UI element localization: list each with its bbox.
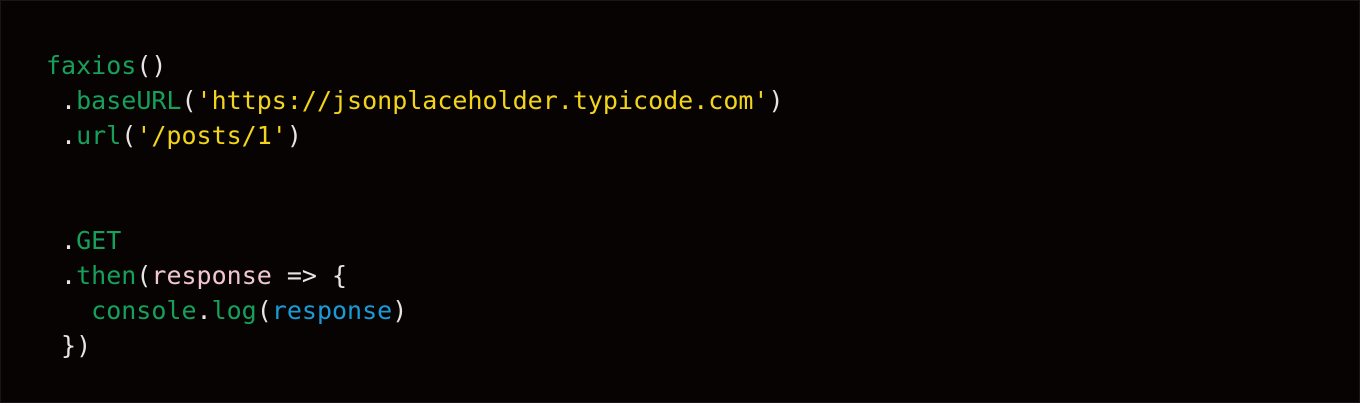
code-token-punctuation: . — [46, 86, 77, 115]
code-token-variable: response — [271, 296, 393, 325]
code-token-punctuation: ( — [256, 296, 272, 325]
code-line: .GET — [46, 223, 784, 258]
code-line: console.log(response) — [46, 293, 784, 328]
code-token-punctuation: => { — [271, 261, 348, 290]
code-snippet-panel: faxios() .baseURL('https://jsonplacehold… — [0, 0, 1360, 403]
code-token-string: 'https://jsonplaceholder.typicode.com' — [196, 86, 769, 115]
code-token-punctuation: . — [46, 226, 77, 255]
code-token-function: url — [76, 121, 122, 150]
code-line: faxios() — [46, 48, 784, 83]
code-line: .then(response => { — [46, 258, 784, 293]
code-line: }) — [46, 328, 784, 363]
code-token-punctuation: () — [136, 51, 167, 80]
code-token-punctuation: . — [46, 261, 77, 290]
code-token-function: console — [91, 296, 197, 325]
code-token-punctuation: ( — [121, 121, 137, 150]
code-line: .url('/posts/1') — [46, 118, 784, 153]
code-token-function: faxios — [46, 51, 137, 80]
code-token-punctuation: }) — [46, 331, 92, 360]
code-line: .baseURL('https://jsonplaceholder.typico… — [46, 83, 784, 118]
code-token-punctuation — [46, 296, 91, 325]
code-block: faxios() .baseURL('https://jsonplacehold… — [46, 48, 784, 363]
code-token-function: log — [211, 296, 257, 325]
code-token-punctuation: ( — [181, 86, 197, 115]
code-token-function: then — [76, 261, 137, 290]
code-token-function: baseURL — [76, 86, 182, 115]
code-token-parameter: response — [151, 261, 272, 290]
code-token-punctuation: ) — [768, 86, 784, 115]
code-token-punctuation: . — [46, 121, 77, 150]
code-token-punctuation: ( — [136, 261, 152, 290]
code-token-punctuation: ) — [392, 296, 408, 325]
code-token-string: '/posts/1' — [136, 121, 287, 150]
code-token-punctuation: ) — [286, 121, 302, 150]
code-token-function: GET — [76, 226, 122, 255]
code-token-punctuation: . — [196, 296, 212, 325]
